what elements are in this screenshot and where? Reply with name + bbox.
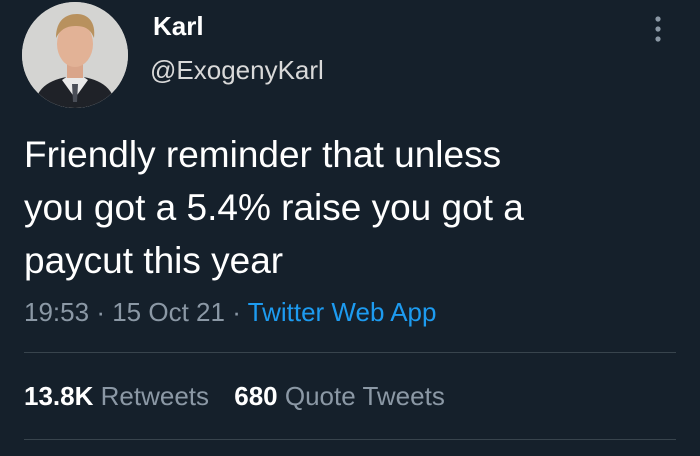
retweets-stat[interactable]: 13.8K Retweets	[24, 381, 209, 411]
avatar-image	[22, 2, 128, 108]
display-name[interactable]: Karl	[153, 10, 204, 42]
divider	[24, 352, 676, 353]
divider	[24, 439, 676, 440]
separator-dot: ·	[232, 297, 241, 327]
retweets-count: 13.8K	[24, 381, 94, 411]
tweet-card: Karl @ExogenyKarl Friendly reminder that…	[0, 0, 700, 456]
tweet-date[interactable]: 15 Oct 21	[112, 297, 225, 327]
tweet-stats: 13.8K Retweets 680 Quote Tweets	[24, 380, 463, 412]
quote-tweets-count: 680	[234, 381, 278, 411]
retweets-label: Retweets	[100, 381, 210, 411]
tweet-metadata: 19:53 · 15 Oct 21 · Twitter Web App	[24, 296, 436, 328]
user-handle[interactable]: @ExogenyKarl	[150, 54, 324, 86]
more-vertical-icon[interactable]	[648, 14, 668, 44]
tweet-text: Friendly reminder that unless you got a …	[24, 134, 524, 281]
avatar[interactable]	[22, 2, 128, 108]
quote-tweets-label: Quote Tweets	[284, 381, 445, 411]
quote-tweets-stat[interactable]: 680 Quote Tweets	[234, 381, 445, 411]
separator-dot: ·	[96, 297, 105, 327]
tweet-source-link[interactable]: Twitter Web App	[248, 297, 437, 327]
tweet-time[interactable]: 19:53	[24, 297, 89, 327]
